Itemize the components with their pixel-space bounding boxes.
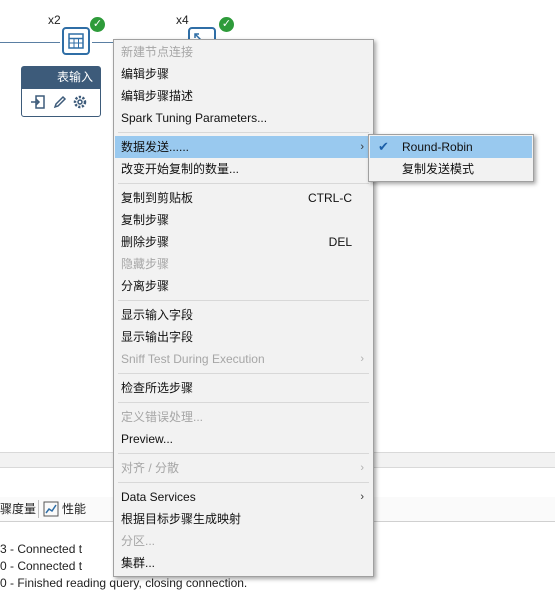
menu-label: Data Services [121, 490, 196, 504]
menu-label: 新建节点连接 [121, 45, 194, 59]
menu-separator [118, 482, 369, 483]
menu-label: 编辑步骤描述 [121, 89, 194, 103]
submenu-arrow-icon: › [360, 353, 364, 365]
table-input-step-icon[interactable] [62, 27, 90, 55]
step1-copies-badge: x2 [48, 13, 61, 27]
checkmark-icon: ✔ [378, 139, 389, 154]
submenu-round-robin[interactable]: ✔ Round-Robin [370, 136, 532, 158]
menu-data-movement[interactable]: 数据发送...... › [115, 136, 372, 158]
menu-separator [118, 402, 369, 403]
log-line: 3 - Connected t [0, 542, 83, 556]
menu-show-output-fields[interactable]: 显示输出字段 [115, 326, 372, 348]
gear-icon[interactable] [72, 94, 88, 110]
menu-clustering[interactable]: 集群... [115, 552, 372, 574]
menu-edit-step[interactable]: 编辑步骤 [115, 63, 372, 85]
menu-label: 显示输出字段 [121, 330, 194, 344]
menu-label: 检查所选步骤 [121, 381, 194, 395]
tab-step-metrics[interactable]: 骤度量 [0, 500, 36, 518]
submenu-arrow-icon: › [360, 462, 364, 474]
submenu-label: Round-Robin [402, 140, 473, 154]
menu-separator [118, 453, 369, 454]
menu-label: 编辑步骤 [121, 67, 170, 81]
menu-preview[interactable]: Preview... [115, 428, 372, 450]
menu-partitioning[interactable]: 分区... [115, 530, 372, 552]
log-line: 0 - Connected t [0, 559, 83, 573]
menu-label: 定义错误处理... [121, 410, 204, 424]
menu-data-services[interactable]: Data Services › [115, 486, 372, 508]
edit-pencil-icon[interactable] [52, 94, 68, 110]
menu-check-selected-steps[interactable]: 检查所选步骤 [115, 377, 372, 399]
menu-label: 复制到剪贴板 [121, 191, 194, 205]
log-line: 0 - Finished reading query, closing conn… [0, 576, 248, 590]
menu-label: 隐藏步骤 [121, 257, 170, 271]
menu-label: 对齐 / 分散 [121, 461, 180, 475]
menu-label: 分区... [121, 534, 156, 548]
menu-align-distribute[interactable]: 对齐 / 分散 › [115, 457, 372, 479]
menu-duplicate-step[interactable]: 复制步骤 [115, 209, 372, 231]
step1-toolbar [21, 88, 101, 117]
hop-line-left[interactable] [0, 42, 60, 43]
tab-divider [38, 500, 39, 518]
menu-separator [118, 183, 369, 184]
menu-change-copies[interactable]: 改变开始复制的数量... [115, 158, 372, 180]
menu-edit-step-description[interactable]: 编辑步骤描述 [115, 85, 372, 107]
menu-label: 删除步骤 [121, 235, 170, 249]
submenu-arrow-icon: › [360, 491, 364, 503]
menu-label: Sniff Test During Execution [121, 352, 265, 366]
performance-chart-icon [43, 501, 59, 517]
menu-separator [118, 132, 369, 133]
input-hop-icon[interactable] [30, 94, 46, 110]
menu-label: Spark Tuning Parameters... [121, 111, 268, 125]
menu-separator [118, 373, 369, 374]
menu-sniff-test[interactable]: Sniff Test During Execution › [115, 348, 372, 370]
menu-copy-clipboard[interactable]: 复制到剪贴板 CTRL-C [115, 187, 372, 209]
menu-hide-step[interactable]: 隐藏步骤 [115, 253, 372, 275]
submenu-arrow-icon: › [360, 141, 364, 153]
menu-label: 集群... [121, 556, 156, 570]
menu-label: Preview... [121, 432, 174, 446]
submenu-label: 复制发送模式 [402, 162, 475, 176]
menu-separator [118, 300, 369, 301]
menu-delete-step[interactable]: 删除步骤 DEL [115, 231, 372, 253]
menu-label: 根据目标步骤生成映射 [121, 512, 242, 526]
step1-name-label: 表输入 [21, 66, 101, 88]
tab-performance[interactable]: 性能 [62, 500, 86, 518]
menu-spark-tuning[interactable]: Spark Tuning Parameters... [115, 107, 372, 129]
menu-generate-mapping[interactable]: 根据目标步骤生成映射 [115, 508, 372, 530]
menu-new-hop[interactable]: 新建节点连接 [115, 41, 372, 63]
menu-shortcut: DEL [328, 235, 352, 249]
menu-label: 改变开始复制的数量... [121, 162, 240, 176]
submenu-copy-distribute[interactable]: 复制发送模式 [370, 158, 532, 180]
menu-label: 显示输入字段 [121, 308, 194, 322]
menu-label: 分离步骤 [121, 279, 170, 293]
step2-copies-badge: x4 [176, 13, 189, 27]
menu-label: 复制步骤 [121, 213, 170, 227]
menu-shortcut: CTRL-C [308, 191, 352, 205]
step2-success-check-icon: ✓ [219, 17, 234, 32]
menu-label: 数据发送...... [121, 140, 190, 154]
menu-detach-step[interactable]: 分离步骤 [115, 275, 372, 297]
menu-show-input-fields[interactable]: 显示输入字段 [115, 304, 372, 326]
step-context-menu: 新建节点连接 编辑步骤 编辑步骤描述 Spark Tuning Paramete… [113, 39, 374, 577]
data-movement-submenu: ✔ Round-Robin 复制发送模式 [368, 134, 534, 182]
menu-error-handling[interactable]: 定义错误处理... [115, 406, 372, 428]
step1-success-check-icon: ✓ [90, 17, 105, 32]
